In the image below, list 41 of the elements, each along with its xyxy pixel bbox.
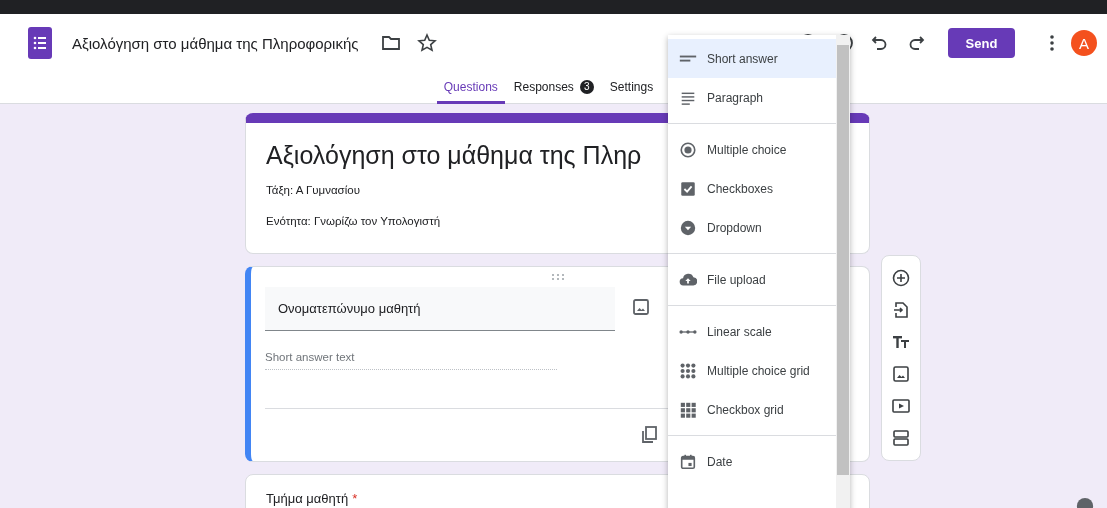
menu-item[interactable]: Linear scale xyxy=(668,312,836,351)
tab[interactable]: Responses 3 xyxy=(506,72,601,104)
short-text-icon xyxy=(679,55,697,62)
add-question-icon[interactable] xyxy=(891,268,911,288)
menu-item[interactable]: Dropdown xyxy=(668,208,836,247)
menu-item[interactable]: Short answer xyxy=(668,39,836,78)
duplicate-icon[interactable] xyxy=(639,425,659,445)
question-title-field[interactable]: Ονοματεπώνυμο μαθητή xyxy=(265,287,615,331)
more-icon[interactable] xyxy=(1049,33,1055,53)
square-grid-icon xyxy=(679,400,697,419)
document-title[interactable]: Αξιολόγηση στο μάθημα της Πληροφορικής xyxy=(72,34,359,52)
section-icon[interactable] xyxy=(891,428,911,448)
scrollbar[interactable] xyxy=(836,35,850,508)
tab[interactable]: Questions xyxy=(436,72,505,104)
import-icon[interactable] xyxy=(891,300,911,320)
menu-item[interactable]: Paragraph xyxy=(668,78,836,117)
tab[interactable]: Settings xyxy=(602,72,661,104)
question-title[interactable]: Τμήμα μαθητή xyxy=(266,491,349,506)
menu-item[interactable]: Date xyxy=(668,442,836,481)
star-icon[interactable] xyxy=(416,33,437,53)
folder-icon[interactable] xyxy=(380,33,401,53)
radio-icon xyxy=(679,140,697,159)
dropdown-icon xyxy=(679,218,697,237)
short-answer-field: Short answer text xyxy=(265,351,557,370)
checkbox-icon xyxy=(679,179,697,198)
menu-item[interactable]: Multiple choice grid xyxy=(668,351,836,390)
drag-handle-icon[interactable] xyxy=(551,273,565,281)
menu-item[interactable]: Checkbox grid xyxy=(668,390,836,429)
menu-item[interactable]: File upload xyxy=(668,260,836,299)
image-icon[interactable] xyxy=(891,364,911,384)
forms-logo-icon[interactable] xyxy=(28,27,52,59)
image-icon[interactable] xyxy=(631,297,651,317)
send-button[interactable]: Send xyxy=(948,28,1015,58)
required-mark: * xyxy=(352,491,358,506)
menu-item[interactable]: Checkboxes xyxy=(668,169,836,208)
calendar-icon xyxy=(679,452,697,471)
dot-grid-icon xyxy=(679,361,697,380)
count-badge: 3 xyxy=(579,79,594,94)
linear-scale-icon xyxy=(679,329,697,334)
menu-item[interactable]: Multiple choice xyxy=(668,130,836,169)
video-icon[interactable] xyxy=(891,396,911,416)
